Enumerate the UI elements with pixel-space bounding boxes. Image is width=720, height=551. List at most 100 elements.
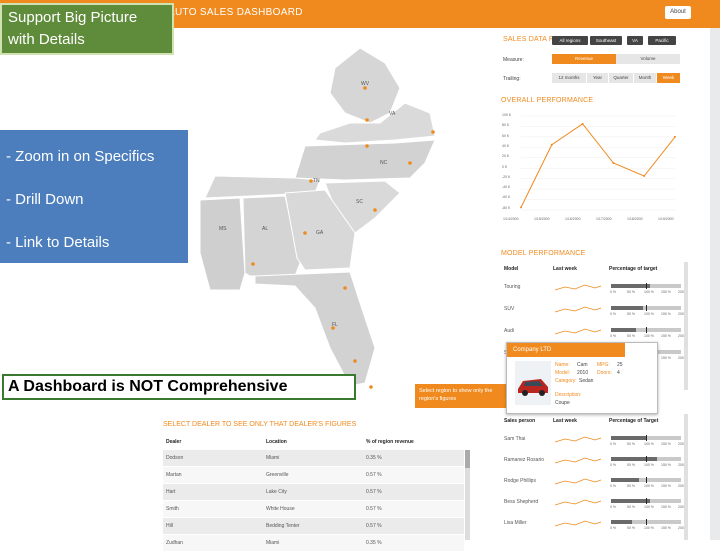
sales-axis-tick: 0 % <box>610 526 617 530</box>
region-pill-all[interactable]: All regions <box>552 36 588 45</box>
state-label: GA <box>316 230 324 236</box>
sales-axis-tick: 100 % <box>644 526 654 530</box>
measure-revenue[interactable]: Revenue <box>552 54 616 64</box>
about-button[interactable]: About <box>665 6 691 19</box>
dealer-scrollbar[interactable] <box>465 450 470 540</box>
sales-axis-tick: 0 % <box>610 463 617 467</box>
y-tick-label: 20 K <box>502 154 510 159</box>
sales-axis-tick: 150 % <box>661 505 671 509</box>
data-point[interactable] <box>520 206 522 209</box>
trailing-year[interactable]: Year <box>587 73 608 83</box>
popup-model-label: Model: <box>555 370 571 376</box>
model-scrollbar[interactable] <box>684 262 688 390</box>
dealer-dot[interactable] <box>251 262 255 266</box>
dealer-location: Miami <box>266 540 280 546</box>
dealer-dot[interactable] <box>373 208 377 212</box>
sales-header-target: Percentage of Target <box>609 418 659 424</box>
sales-target-fill <box>611 499 650 503</box>
y-tick-label: 60 K <box>502 133 510 138</box>
trailing-12-months[interactable]: 12 months <box>552 73 586 83</box>
region-pill-southeast[interactable]: Southeast <box>590 36 622 45</box>
model-target-fill <box>611 306 643 310</box>
state-label: AL <box>262 226 269 232</box>
model-axis-tick: 100 % <box>644 334 654 338</box>
trailing-month[interactable]: Month <box>634 73 656 83</box>
sales-sparkline <box>554 520 602 527</box>
dealer-location: Bedding Tenter <box>266 523 300 529</box>
dealer-location: White House <box>266 506 295 512</box>
sales-row-name[interactable]: Bess Shepherd <box>504 499 538 505</box>
car-image-icon <box>515 361 551 405</box>
popup-category-label: Category: <box>555 378 577 384</box>
dealer-row[interactable]: Hill Bedding Tenter 0.57 % <box>163 518 464 534</box>
sales-row-name[interactable]: Sam Thai <box>504 436 525 442</box>
sales-target-marker <box>646 477 647 483</box>
data-point[interactable] <box>612 162 615 164</box>
dealer-name: Hart <box>166 489 176 495</box>
state-label: MS <box>219 226 227 232</box>
data-point[interactable] <box>581 122 584 125</box>
model-axis-tick: 150 % <box>661 290 671 294</box>
sales-header-last-week: Last week <box>553 418 577 424</box>
sales-row-name[interactable]: Ramanez Rosario <box>504 457 544 463</box>
sales-sparkline-line <box>554 457 602 464</box>
state-fl[interactable] <box>254 271 376 387</box>
dealer-row[interactable]: Dodson Miami 0.35 % <box>163 450 464 466</box>
popup-description-label: Description: <box>555 392 582 398</box>
model-performance-title: MODEL PERFORMANCE <box>501 250 586 257</box>
sales-sparkline-line <box>554 520 602 527</box>
dealer-revenue-share: 0.35 % <box>366 455 382 461</box>
data-point[interactable] <box>550 143 553 146</box>
measure-label: Measure: <box>503 57 524 63</box>
dealer-row[interactable]: Smith White House 0.57 % <box>163 501 464 517</box>
region-pill-va[interactable]: VA <box>627 36 643 45</box>
state-ms[interactable] <box>199 197 246 291</box>
trailing-quarter[interactable]: Quarter <box>609 73 633 83</box>
dealer-dot[interactable] <box>365 144 369 148</box>
y-tick-label: 40 K <box>502 143 510 148</box>
model-row-name[interactable]: Touring <box>504 284 520 290</box>
dealer-dot[interactable] <box>431 130 435 134</box>
sales-row-name[interactable]: Rodge Phillips <box>504 478 536 484</box>
sales-target-fill <box>611 478 639 482</box>
dealer-dot[interactable] <box>369 385 373 389</box>
window-edge <box>710 28 720 540</box>
model-row-name[interactable]: SUV <box>504 306 514 312</box>
data-point[interactable] <box>674 135 676 138</box>
model-axis-tick: 0 % <box>610 334 617 338</box>
dealer-dot[interactable] <box>353 359 357 363</box>
region-pill-pacific[interactable]: Pacific <box>648 36 676 45</box>
model-row-name[interactable]: Audi <box>504 328 514 334</box>
model-header-target: Percentage of target <box>609 266 658 272</box>
dealer-row[interactable]: Zudhan Miami 0.35 % <box>163 535 464 551</box>
y-tick-label: -80 K <box>502 205 511 210</box>
dealer-row[interactable]: Martan Greenville 0.57 % <box>163 467 464 483</box>
model-sparkline <box>554 306 602 313</box>
sales-sparkline <box>554 457 602 464</box>
dealer-dot[interactable] <box>365 118 369 122</box>
sales-target-fill <box>611 436 646 440</box>
sales-row-name[interactable]: Lisa Miller <box>504 520 527 526</box>
popup-mpg-label: MPG: <box>597 362 610 368</box>
popup-category-value: Sedan <box>579 378 594 384</box>
dealer-row[interactable]: Hart Lake City 0.57 % <box>163 484 464 500</box>
dealer-scroll-thumb[interactable] <box>465 450 470 468</box>
dealer-dot[interactable] <box>408 161 412 165</box>
dealer-dot[interactable] <box>343 286 347 290</box>
callout-not-comprehensive: A Dashboard is NOT Comprehensive <box>2 374 356 400</box>
state-label: VA <box>389 111 396 117</box>
sales-scrollbar[interactable] <box>684 414 688 540</box>
region-map[interactable] <box>185 28 505 408</box>
state-nc[interactable] <box>294 139 436 181</box>
data-point[interactable] <box>643 175 646 178</box>
model-axis-tick: 0 % <box>610 290 617 294</box>
state-label: NC <box>380 160 388 166</box>
x-tick-label: 1/14/2000 <box>503 217 519 221</box>
dealer-location: Greenville <box>266 472 289 478</box>
sales-target-marker <box>646 435 647 441</box>
model-sparkline-line <box>554 328 602 335</box>
trailing-week[interactable]: Week <box>657 73 680 83</box>
dealer-dot[interactable] <box>303 231 307 235</box>
measure-volume[interactable]: Volume <box>616 54 680 64</box>
model-sparkline <box>554 328 602 335</box>
